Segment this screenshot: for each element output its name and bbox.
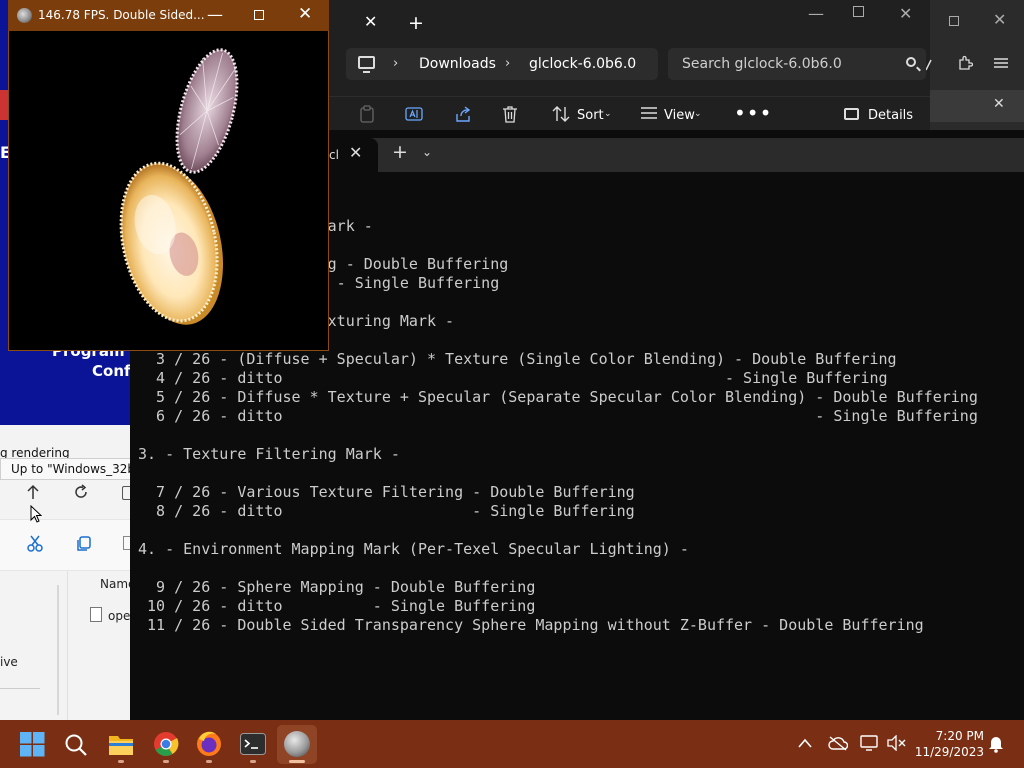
running-indicator: [118, 760, 124, 763]
refresh-icon[interactable]: [73, 484, 89, 500]
view-button[interactable]: View: [664, 108, 695, 123]
rename-icon[interactable]: [405, 105, 423, 123]
cut-icon[interactable]: [26, 535, 44, 553]
terminal-line: 3. - Texture Filtering Mark -: [138, 445, 400, 463]
terminal-line: 9 / 26 - Sphere Mapping - Double Bufferi…: [138, 578, 536, 596]
chevron-up-icon[interactable]: [798, 738, 812, 748]
share-icon[interactable]: [454, 105, 472, 123]
terminal-line: 3 / 26 - (Diffuse + Specular) * Texture …: [138, 350, 897, 368]
clock-date: 11/29/2023: [914, 745, 984, 759]
details-button[interactable]: Details: [868, 108, 913, 123]
notification-close-icon[interactable]: ✕: [993, 96, 1005, 112]
breadcrumb-chevron-icon[interactable]: ›: [393, 56, 398, 71]
terminal-line: 4 / 26 - ditto - Single Buffering: [138, 369, 888, 387]
search-icon[interactable]: [906, 57, 916, 67]
explorer-tab-close-icon[interactable]: ✕: [364, 12, 377, 31]
running-indicator: [163, 760, 169, 763]
explorer-maximize-button[interactable]: [853, 6, 864, 17]
sort-chevron-down-icon[interactable]: ⌄: [604, 109, 612, 119]
search-placeholder: Search glclock-6.0b6.0: [682, 56, 842, 72]
restore-icon[interactable]: [949, 16, 959, 26]
sort-icon[interactable]: [552, 105, 570, 123]
terminal-line: 11 / 26 - Double Sided Transparency Sphe…: [138, 616, 924, 634]
terminal-new-tab-button[interactable]: +: [392, 141, 408, 163]
windows-start-icon[interactable]: [20, 732, 45, 757]
partial-pin-icon: [926, 59, 932, 71]
terminal-line: 7 / 26 - Various Texture Filtering - Dou…: [138, 483, 635, 501]
view-chevron-down-icon[interactable]: ⌄: [694, 109, 702, 119]
running-indicator: [250, 760, 256, 763]
firefox-icon[interactable]: [196, 731, 222, 757]
taskbar-clock[interactable]: 7:20 PM 11/29/2023: [900, 728, 984, 760]
rendered-clock-scene: [119, 48, 239, 325]
up-tooltip: Up to "Windows_32bit": [0, 458, 132, 480]
opengl-close-button[interactable]: ✕: [298, 4, 312, 24]
network-icon[interactable]: [860, 735, 878, 751]
menu-icon[interactable]: [993, 55, 1009, 71]
sort-button[interactable]: Sort: [577, 108, 604, 123]
glclock-taskbar-icon[interactable]: [284, 731, 310, 757]
terminal-dropdown-chevron-icon[interactable]: ⌄: [422, 145, 432, 159]
cloud-offline-icon[interactable]: [828, 735, 848, 751]
running-indicator: [206, 760, 212, 763]
terminal-tab-close-icon[interactable]: ✕: [349, 143, 362, 162]
details-pane-icon[interactable]: [844, 108, 859, 120]
pane-divider: [57, 585, 59, 715]
file-icon: [90, 607, 102, 622]
terminal-line: 10 / 26 - ditto - Single Buffering: [138, 597, 536, 615]
mouse-cursor-icon: [30, 505, 42, 523]
search-icon[interactable]: [64, 733, 88, 757]
background-navigation-pane: ive: [0, 571, 68, 720]
background-red-strip: [0, 90, 8, 120]
terminal-line: 5 / 26 - Diffuse * Texture + Specular (S…: [138, 388, 978, 406]
opengl-maximize-button[interactable]: [254, 10, 264, 20]
paste-icon[interactable]: [359, 105, 375, 123]
chrome-icon[interactable]: [153, 731, 179, 757]
terminal-line: 6 / 26 - ditto - Single Buffering: [138, 407, 978, 425]
divider: [0, 688, 40, 689]
notification-bell-icon[interactable]: [988, 735, 1004, 753]
terminal-line: 4. - Environment Mapping Mark (Per-Texel…: [138, 540, 689, 558]
more-options-icon[interactable]: •••: [734, 101, 772, 125]
background-caption-conf: Conf: [92, 362, 131, 380]
active-indicator: [289, 760, 305, 763]
close-icon[interactable]: ✕: [993, 10, 1006, 29]
view-icon[interactable]: [640, 106, 658, 120]
opengl-window-title: 146.78 FPS. Double Sided...: [38, 8, 205, 22]
opengl-minimize-button[interactable]: —: [207, 5, 223, 24]
file-explorer-icon[interactable]: [108, 732, 134, 756]
explorer-minimize-button[interactable]: —: [808, 4, 824, 23]
breadcrumb-downloads[interactable]: Downloads: [419, 56, 496, 72]
up-arrow-icon[interactable]: [25, 484, 41, 500]
background-notification-bar: [930, 90, 1024, 122]
delete-icon[interactable]: [502, 105, 518, 123]
breadcrumb-chevron-icon[interactable]: ›: [505, 56, 510, 71]
explorer-close-button[interactable]: ✕: [899, 4, 912, 23]
terminal-line: 8 / 26 - ditto - Single Buffering: [138, 502, 635, 520]
glclock-app-icon[interactable]: [17, 8, 32, 23]
nav-item-label[interactable]: ive: [0, 655, 18, 669]
extensions-icon[interactable]: [957, 55, 973, 71]
breadcrumb-glclock[interactable]: glclock-6.0b6.0: [529, 56, 636, 72]
opengl-render-window[interactable]: [8, 0, 329, 351]
copy-icon[interactable]: [75, 535, 93, 553]
terminal-icon[interactable]: [240, 733, 266, 755]
clock-time: 7:20 PM: [935, 729, 984, 743]
explorer-new-tab-button[interactable]: +: [408, 12, 424, 34]
this-pc-icon[interactable]: [358, 56, 375, 73]
terminal-tab-label: cl: [329, 148, 339, 162]
background-command-row: [0, 519, 131, 571]
